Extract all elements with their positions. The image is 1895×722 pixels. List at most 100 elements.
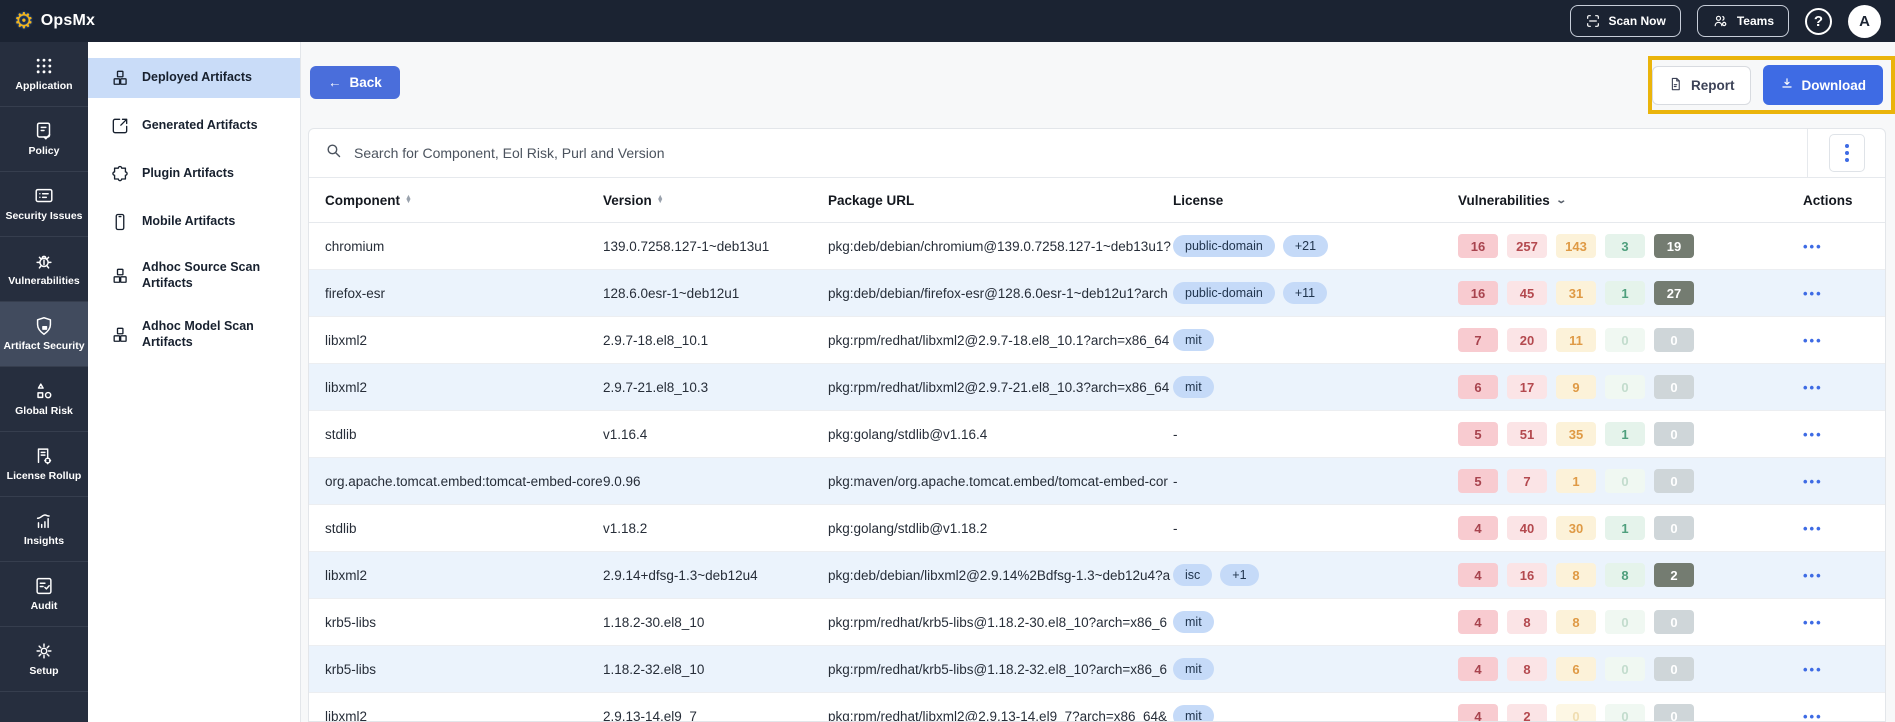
subsidebar-item-adhoc-model-scan-artifacts[interactable]: Adhoc Model Scan Artifacts [88, 309, 300, 360]
vulnerability-count-badge[interactable]: 0 [1654, 704, 1694, 721]
vulnerability-count-badge[interactable]: 4 [1458, 657, 1498, 681]
vulnerability-count-badge[interactable]: 2 [1654, 563, 1694, 587]
license-more-badge[interactable]: +1 [1220, 564, 1259, 586]
vulnerability-count-badge[interactable]: 19 [1654, 234, 1694, 258]
vulnerability-count-badge[interactable]: 0 [1605, 610, 1645, 634]
row-actions-menu-icon[interactable]: ••• [1803, 521, 1823, 536]
teams-button[interactable]: Teams [1696, 5, 1789, 37]
vulnerability-count-badge[interactable]: 1 [1605, 422, 1645, 446]
sidebar-item-insights[interactable]: Insights [0, 497, 88, 562]
vulnerability-count-badge[interactable]: 5 [1458, 422, 1498, 446]
vulnerability-count-badge[interactable]: 0 [1654, 328, 1694, 352]
vulnerability-count-badge[interactable]: 1 [1556, 469, 1596, 493]
opsmx-logo[interactable]: ⚙ OpsMx [14, 10, 95, 32]
sidebar-item-vulnerabilities[interactable]: Vulnerabilities [0, 237, 88, 302]
subsidebar-item-deployed-artifacts[interactable]: Deployed Artifacts [88, 58, 300, 98]
row-actions-menu-icon[interactable]: ••• [1803, 333, 1823, 348]
vulnerability-count-badge[interactable]: 17 [1507, 375, 1547, 399]
row-actions-menu-icon[interactable]: ••• [1803, 709, 1823, 722]
subsidebar-item-plugin-artifacts[interactable]: Plugin Artifacts [88, 154, 300, 194]
row-actions-menu-icon[interactable]: ••• [1803, 427, 1823, 442]
sidebar-item-artifact-security[interactable]: Artifact Security [0, 302, 88, 367]
vulnerability-count-badge[interactable]: 4 [1458, 610, 1498, 634]
license-badge[interactable]: mit [1173, 329, 1214, 351]
row-actions-menu-icon[interactable]: ••• [1803, 615, 1823, 630]
vulnerability-count-badge[interactable]: 0 [1605, 328, 1645, 352]
vulnerability-count-badge[interactable]: 0 [1605, 375, 1645, 399]
vulnerability-count-badge[interactable]: 16 [1458, 281, 1498, 305]
vulnerability-count-badge[interactable]: 0 [1605, 657, 1645, 681]
vulnerability-count-badge[interactable]: 0 [1556, 704, 1596, 721]
vulnerability-count-badge[interactable]: 1 [1605, 516, 1645, 540]
license-more-badge[interactable]: +11 [1282, 282, 1328, 304]
vulnerability-count-badge[interactable]: 7 [1458, 328, 1498, 352]
vulnerability-count-badge[interactable]: 8 [1605, 563, 1645, 587]
avatar[interactable]: A [1848, 4, 1881, 38]
license-badge[interactable]: isc [1173, 564, 1213, 586]
subsidebar-item-mobile-artifacts[interactable]: Mobile Artifacts [88, 202, 300, 242]
vulnerability-count-badge[interactable]: 8 [1507, 657, 1547, 681]
vulnerability-count-badge[interactable]: 27 [1654, 281, 1694, 305]
vulnerability-count-badge[interactable]: 16 [1507, 563, 1547, 587]
license-badge[interactable]: mit [1173, 376, 1214, 398]
report-button[interactable]: Report [1652, 65, 1751, 105]
vulnerability-count-badge[interactable]: 0 [1654, 375, 1694, 399]
vulnerability-count-badge[interactable]: 0 [1654, 422, 1694, 446]
vulnerability-count-badge[interactable]: 30 [1556, 516, 1596, 540]
vulnerability-count-badge[interactable]: 5 [1458, 469, 1498, 493]
subsidebar-item-adhoc-source-scan-artifacts[interactable]: Adhoc Source Scan Artifacts [88, 250, 300, 301]
license-badge[interactable]: mit [1173, 611, 1214, 633]
vulnerability-count-badge[interactable]: 4 [1458, 516, 1498, 540]
license-badge[interactable]: mit [1173, 658, 1214, 680]
vulnerability-count-badge[interactable]: 8 [1556, 563, 1596, 587]
column-header-version[interactable]: Version ▲ ▼ [603, 193, 828, 208]
vulnerability-count-badge[interactable]: 3 [1605, 234, 1645, 258]
sidebar-item-policy[interactable]: Policy [0, 107, 88, 172]
sidebar-item-license-rollup[interactable]: License Rollup [0, 432, 88, 497]
row-actions-menu-icon[interactable]: ••• [1803, 662, 1823, 677]
column-header-component[interactable]: Component ▲ ▼ [325, 193, 603, 208]
download-button[interactable]: Download [1762, 65, 1883, 105]
sidebar-item-application[interactable]: Application [0, 42, 88, 107]
vulnerability-count-badge[interactable]: 9 [1556, 375, 1596, 399]
sidebar-item-global-risk[interactable]: Global Risk [0, 367, 88, 432]
license-badge[interactable]: mit [1173, 705, 1214, 721]
scan-now-button[interactable]: Scan Now [1569, 5, 1681, 37]
vulnerability-count-badge[interactable]: 7 [1507, 469, 1547, 493]
sidebar-item-audit[interactable]: Audit [0, 562, 88, 627]
row-actions-menu-icon[interactable]: ••• [1803, 474, 1823, 489]
vulnerability-count-badge[interactable]: 0 [1654, 610, 1694, 634]
vulnerability-count-badge[interactable]: 45 [1507, 281, 1547, 305]
kebab-menu-icon[interactable] [1828, 134, 1865, 172]
sidebar-item-setup[interactable]: Setup [0, 627, 88, 692]
search-input[interactable] [354, 145, 1791, 161]
vulnerability-count-badge[interactable]: 257 [1507, 234, 1547, 258]
license-badge[interactable]: public-domain [1173, 282, 1275, 304]
sort-icon[interactable]: ▲ ▼ [405, 194, 412, 205]
vulnerability-count-badge[interactable]: 40 [1507, 516, 1547, 540]
vulnerability-count-badge[interactable]: 16 [1458, 234, 1498, 258]
vulnerability-count-badge[interactable]: 35 [1556, 422, 1596, 446]
vulnerability-count-badge[interactable]: 20 [1507, 328, 1547, 352]
license-badge[interactable]: public-domain [1173, 235, 1275, 257]
vulnerability-count-badge[interactable]: 0 [1605, 469, 1645, 493]
vulnerability-count-badge[interactable]: 0 [1654, 657, 1694, 681]
back-button[interactable]: ← Back [310, 66, 400, 99]
sort-icon[interactable]: ▲ ▼ [657, 194, 664, 205]
license-more-badge[interactable]: +21 [1282, 235, 1329, 257]
row-actions-menu-icon[interactable]: ••• [1803, 568, 1823, 583]
vulnerability-count-badge[interactable]: 4 [1458, 704, 1498, 721]
vulnerability-count-badge[interactable]: 8 [1556, 610, 1596, 634]
vulnerability-count-badge[interactable]: 11 [1556, 328, 1596, 352]
help-icon[interactable]: ? [1805, 7, 1832, 35]
row-actions-menu-icon[interactable]: ••• [1803, 380, 1823, 395]
vulnerability-count-badge[interactable]: 143 [1556, 234, 1596, 258]
row-actions-menu-icon[interactable]: ••• [1803, 286, 1823, 301]
vulnerability-count-badge[interactable]: 4 [1458, 563, 1498, 587]
row-actions-menu-icon[interactable]: ••• [1803, 239, 1823, 254]
vulnerability-count-badge[interactable]: 0 [1654, 469, 1694, 493]
column-header-vulnerabilities[interactable]: Vulnerabilities ⌄ [1458, 193, 1803, 208]
sidebar-item-security-issues[interactable]: Security Issues [0, 172, 88, 237]
vulnerability-count-badge[interactable]: 6 [1556, 657, 1596, 681]
vulnerability-count-badge[interactable]: 8 [1507, 610, 1547, 634]
